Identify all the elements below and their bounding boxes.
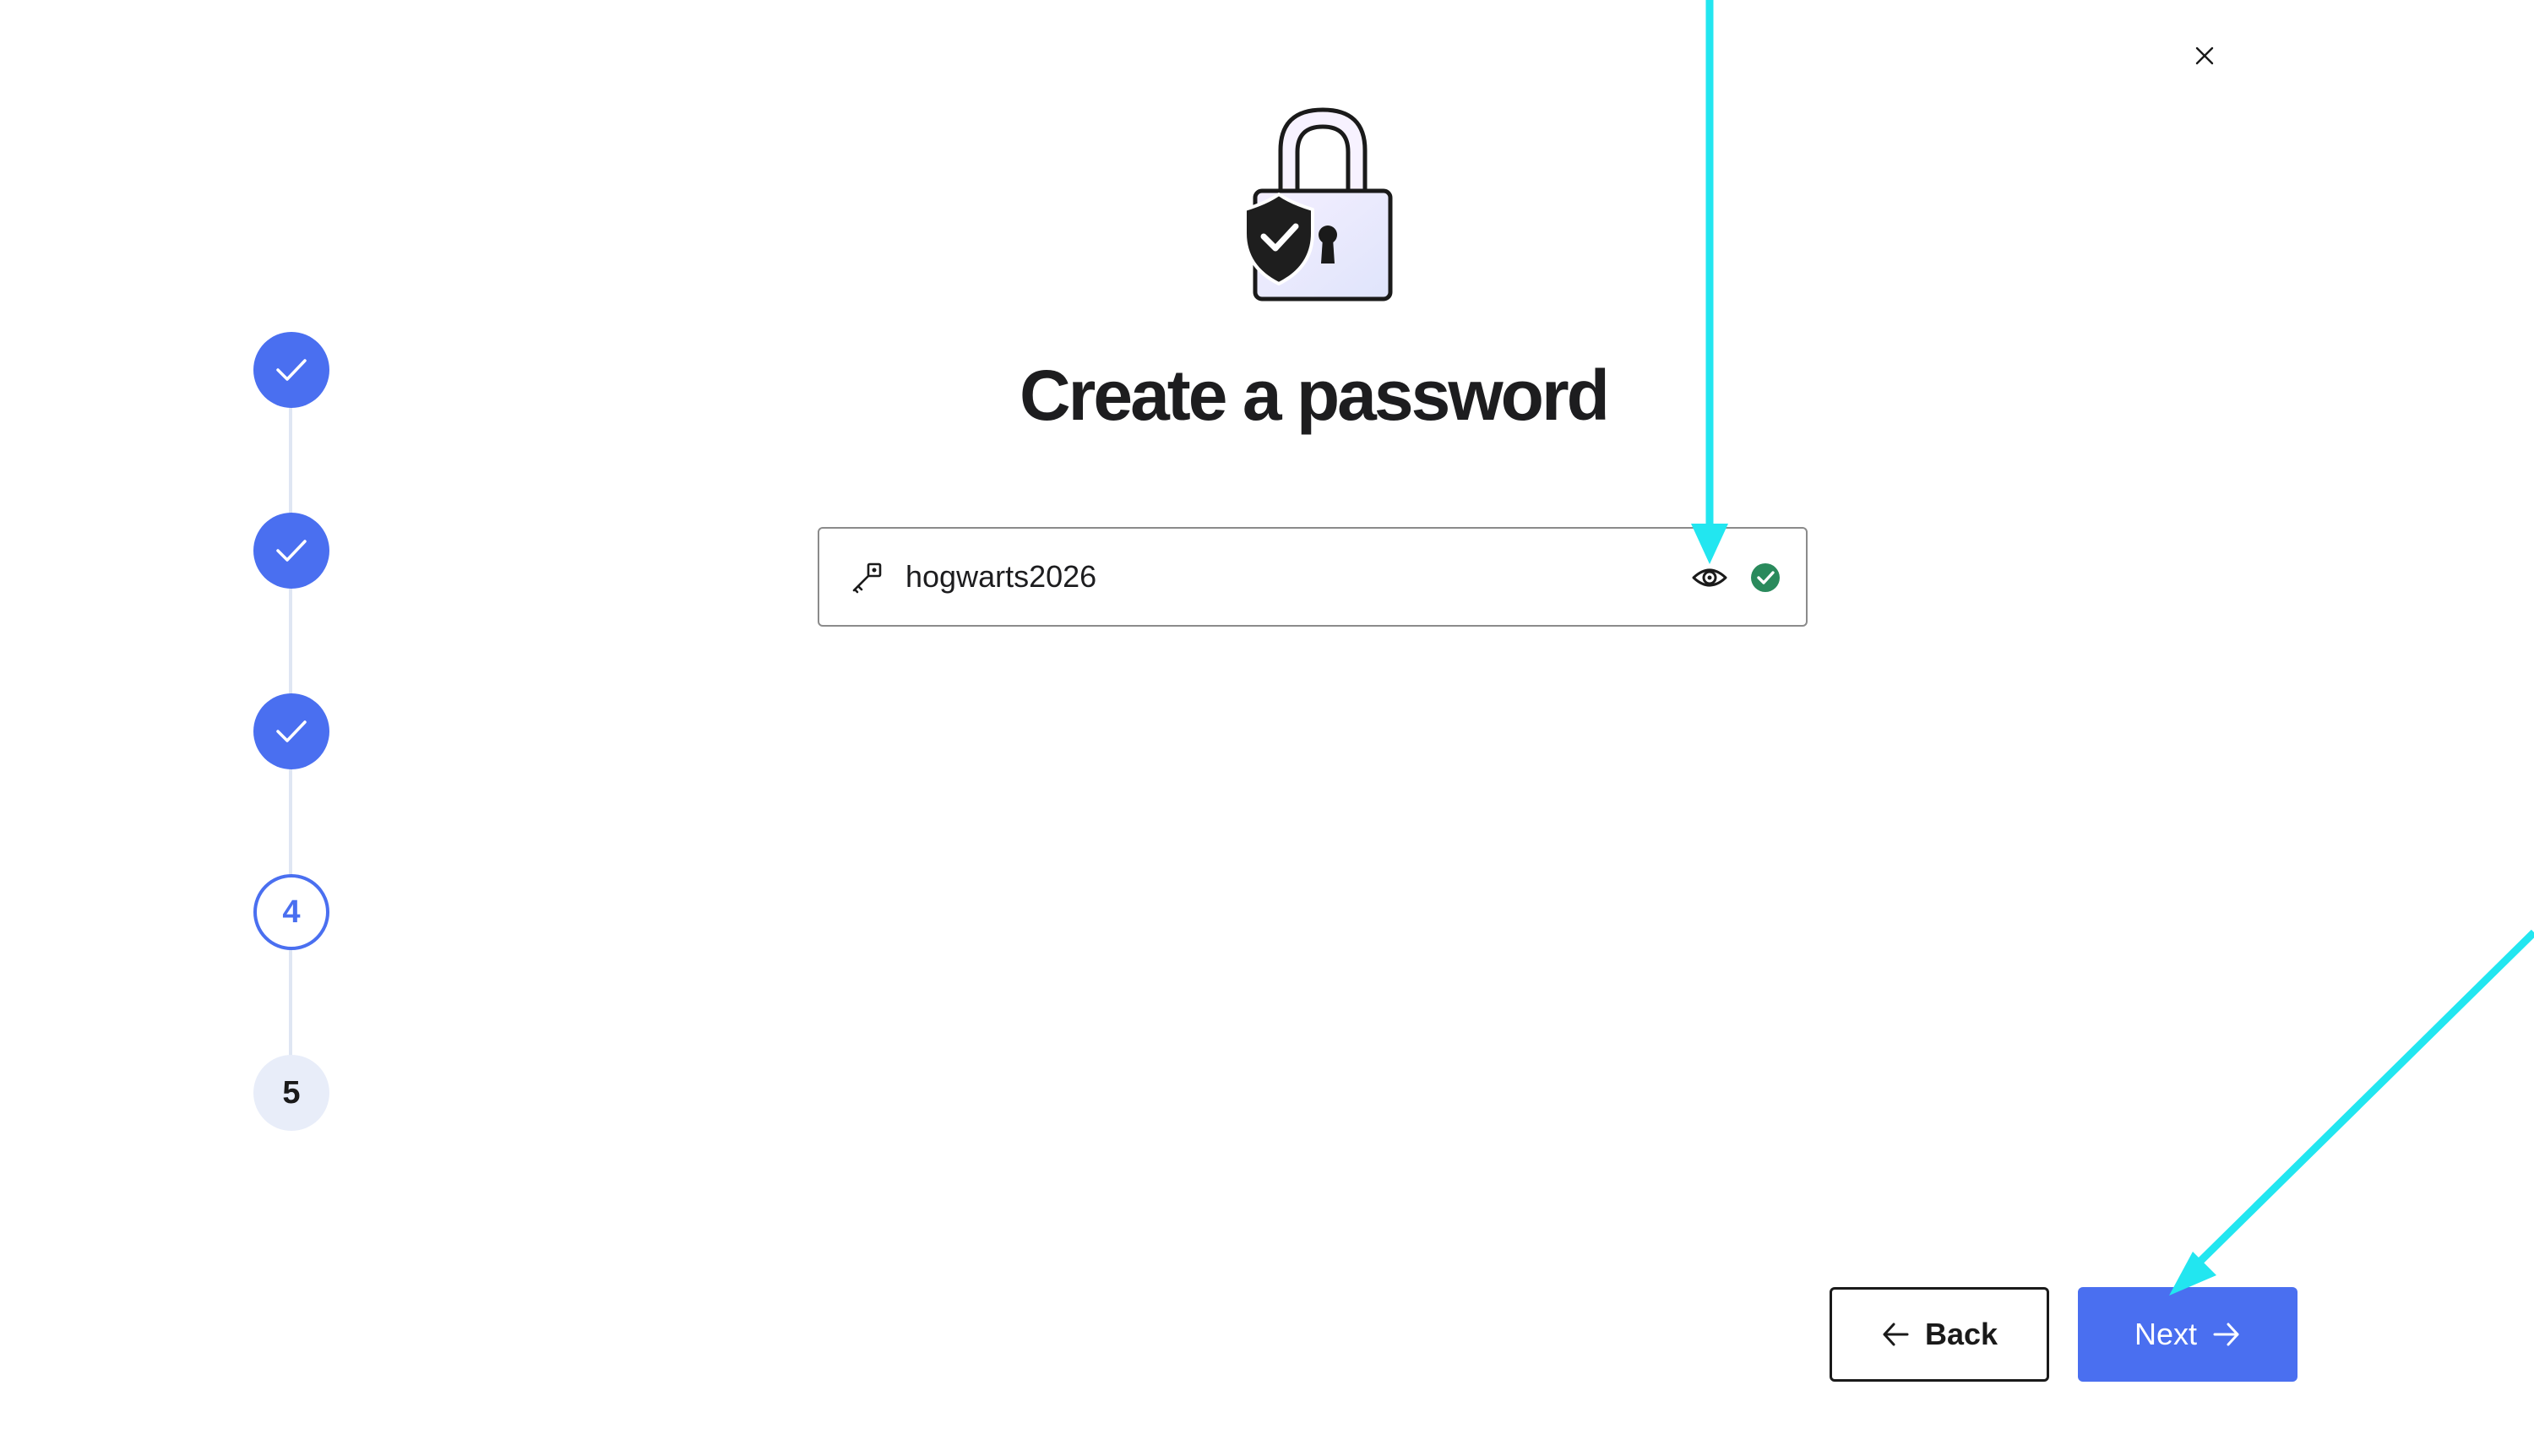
close-button[interactable]: [2186, 37, 2223, 74]
step-3-completed: [253, 693, 329, 769]
next-button[interactable]: Next: [2078, 1287, 2297, 1382]
annotation-arrow-to-next: [2169, 929, 2534, 1296]
check-icon: [276, 720, 307, 742]
close-icon: [2195, 46, 2214, 65]
key-icon: [852, 562, 882, 594]
annotation-arrow-to-eye: [1691, 0, 1728, 564]
check-icon: [276, 540, 307, 562]
check-circle-icon: [1751, 563, 1780, 592]
padlock-shield-icon: [1243, 107, 1393, 302]
password-input[interactable]: [905, 547, 1632, 606]
create-password-page: 4 5 Create a password hogwarts2026 Back …: [0, 0, 2534, 1456]
page-title: Create a password: [1020, 356, 1610, 435]
step-4-current: 4: [253, 874, 329, 950]
step-number: 4: [282, 894, 301, 930]
next-button-label: Next: [2134, 1317, 2198, 1351]
password-field[interactable]: [818, 527, 1808, 627]
step-2-completed: [253, 513, 329, 589]
arrow-right-icon: [2213, 1323, 2239, 1346]
step-number: 5: [282, 1074, 301, 1111]
back-button-label: Back: [1924, 1317, 1998, 1351]
step-5-upcoming: 5: [253, 1055, 329, 1131]
eye-icon[interactable]: [1691, 561, 1728, 595]
back-button[interactable]: Back: [1830, 1287, 2049, 1382]
arrow-left-icon: [1883, 1323, 1909, 1346]
